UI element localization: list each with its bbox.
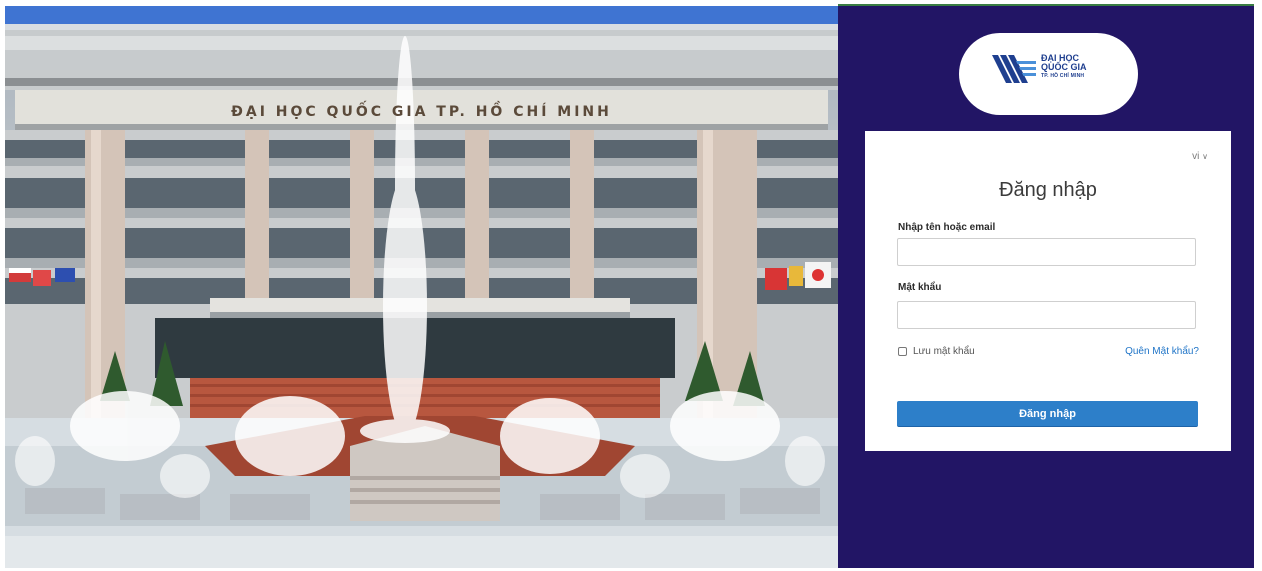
username-label: Nhập tên hoặc email (898, 222, 996, 233)
login-card: vi ∨ Đăng nhập Nhập tên hoặc email Mật k… (865, 131, 1231, 451)
password-input[interactable] (897, 301, 1196, 329)
logo-mark-icon (992, 55, 1036, 83)
forgot-password-link[interactable]: Quên Mật khẩu? (1125, 346, 1199, 357)
language-selector[interactable]: vi ∨ (1192, 151, 1208, 162)
building-sign: ĐẠI HỌC QUỐC GIA TP. HỒ CHÍ MINH (231, 104, 612, 120)
password-label: Mật khẩu (898, 282, 942, 293)
logo-text: ĐẠI HỌC QUỐC GIA TP. HỒ CHÍ MINH (1041, 54, 1087, 80)
campus-photo: ĐẠI HỌC QUỐC GIA TP. HỒ CHÍ MINH (5, 6, 838, 568)
logo-line2: QUỐC GIA (1041, 62, 1087, 72)
remember-checkbox[interactable] (898, 347, 907, 356)
login-button[interactable]: Đăng nhập (897, 401, 1198, 427)
language-label: vi (1192, 151, 1200, 162)
login-title: Đăng nhập (999, 179, 1097, 201)
remember-password[interactable]: Lưu mật khẩu (898, 346, 975, 357)
campus-illustration (5, 6, 838, 568)
logo-line3: TP. HỒ CHÍ MINH (1041, 73, 1085, 79)
login-panel: ĐẠI HỌC QUỐC GIA TP. HỒ CHÍ MINH vi ∨ Đă… (838, 6, 1254, 568)
username-input[interactable] (897, 238, 1196, 266)
university-logo: ĐẠI HỌC QUỐC GIA TP. HỒ CHÍ MINH (959, 33, 1138, 115)
chevron-down-icon: ∨ (1202, 152, 1208, 161)
remember-label: Lưu mật khẩu (913, 346, 975, 357)
